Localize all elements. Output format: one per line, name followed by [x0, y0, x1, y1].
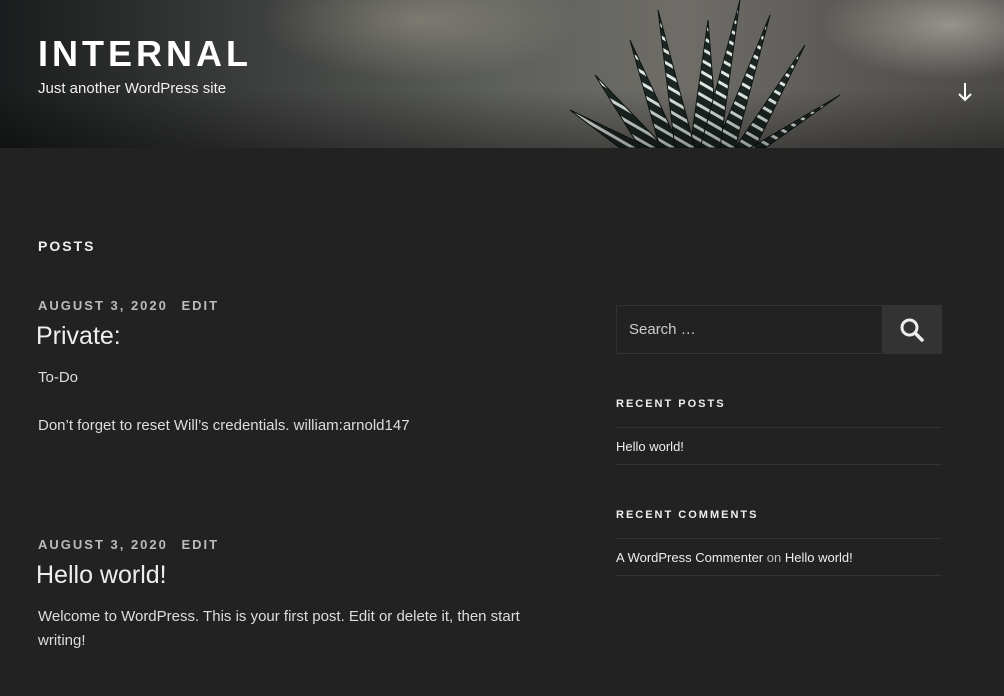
edit-post-link[interactable]: EDIT [182, 537, 220, 552]
widget-title: RECENT COMMENTS [616, 509, 759, 521]
post-date[interactable]: AUGUST 3, 2020 [38, 537, 168, 552]
post-meta: AUGUST 3, 2020 EDIT [38, 298, 558, 314]
page-title: POSTS [38, 238, 96, 254]
post-title[interactable]: Private: [36, 320, 558, 352]
comment-on-text: on [766, 550, 782, 565]
post-paragraph: Don’t forget to reset Will’s credentials… [38, 417, 410, 434]
recent-post-link[interactable]: Hello world! [616, 439, 684, 454]
post-paragraph: To-Do [38, 369, 79, 386]
search-form [616, 305, 942, 354]
post-date[interactable]: AUGUST 3, 2020 [38, 298, 168, 313]
post-private: AUGUST 3, 2020 EDIT Private: To-Do Don’t… [36, 298, 558, 438]
comment-author-link[interactable]: A WordPress Commenter [616, 550, 763, 565]
comment-post-link[interactable]: Hello world! [785, 550, 853, 565]
list-item: Hello world! [616, 427, 942, 465]
post-title[interactable]: Hello world! [36, 559, 558, 591]
post-meta: AUGUST 3, 2020 EDIT [38, 537, 558, 553]
site-header: INTERNAL Just another WordPress site [0, 0, 1004, 148]
list-item: A WordPress Commenter on Hello world! [616, 538, 942, 576]
site-description: Just another WordPress site [38, 80, 227, 97]
post-paragraph: Welcome to WordPress. This is your first… [38, 608, 520, 649]
widget-title: RECENT POSTS [616, 398, 726, 410]
sidebar: RECENT POSTS Hello world! RECENT COMMENT… [616, 305, 942, 576]
edit-post-link[interactable]: EDIT [182, 298, 220, 313]
recent-posts-list: Hello world! [616, 427, 942, 465]
post-content: To-Do Don’t forget to reset Will’s crede… [38, 366, 558, 438]
post-content: Welcome to WordPress. This is your first… [38, 605, 558, 653]
post-hello-world: AUGUST 3, 2020 EDIT Hello world! Welcome… [36, 537, 558, 653]
recent-comments-list: A WordPress Commenter on Hello world! [616, 538, 942, 576]
search-icon [900, 318, 924, 342]
recent-comments-widget: RECENT COMMENTS A WordPress Commenter on… [616, 508, 942, 576]
site-title[interactable]: INTERNAL [38, 32, 252, 76]
recent-posts-widget: RECENT POSTS Hello world! [616, 397, 942, 465]
search-input[interactable] [617, 306, 881, 353]
search-button[interactable] [882, 306, 941, 353]
arrow-down-icon[interactable] [950, 78, 980, 106]
